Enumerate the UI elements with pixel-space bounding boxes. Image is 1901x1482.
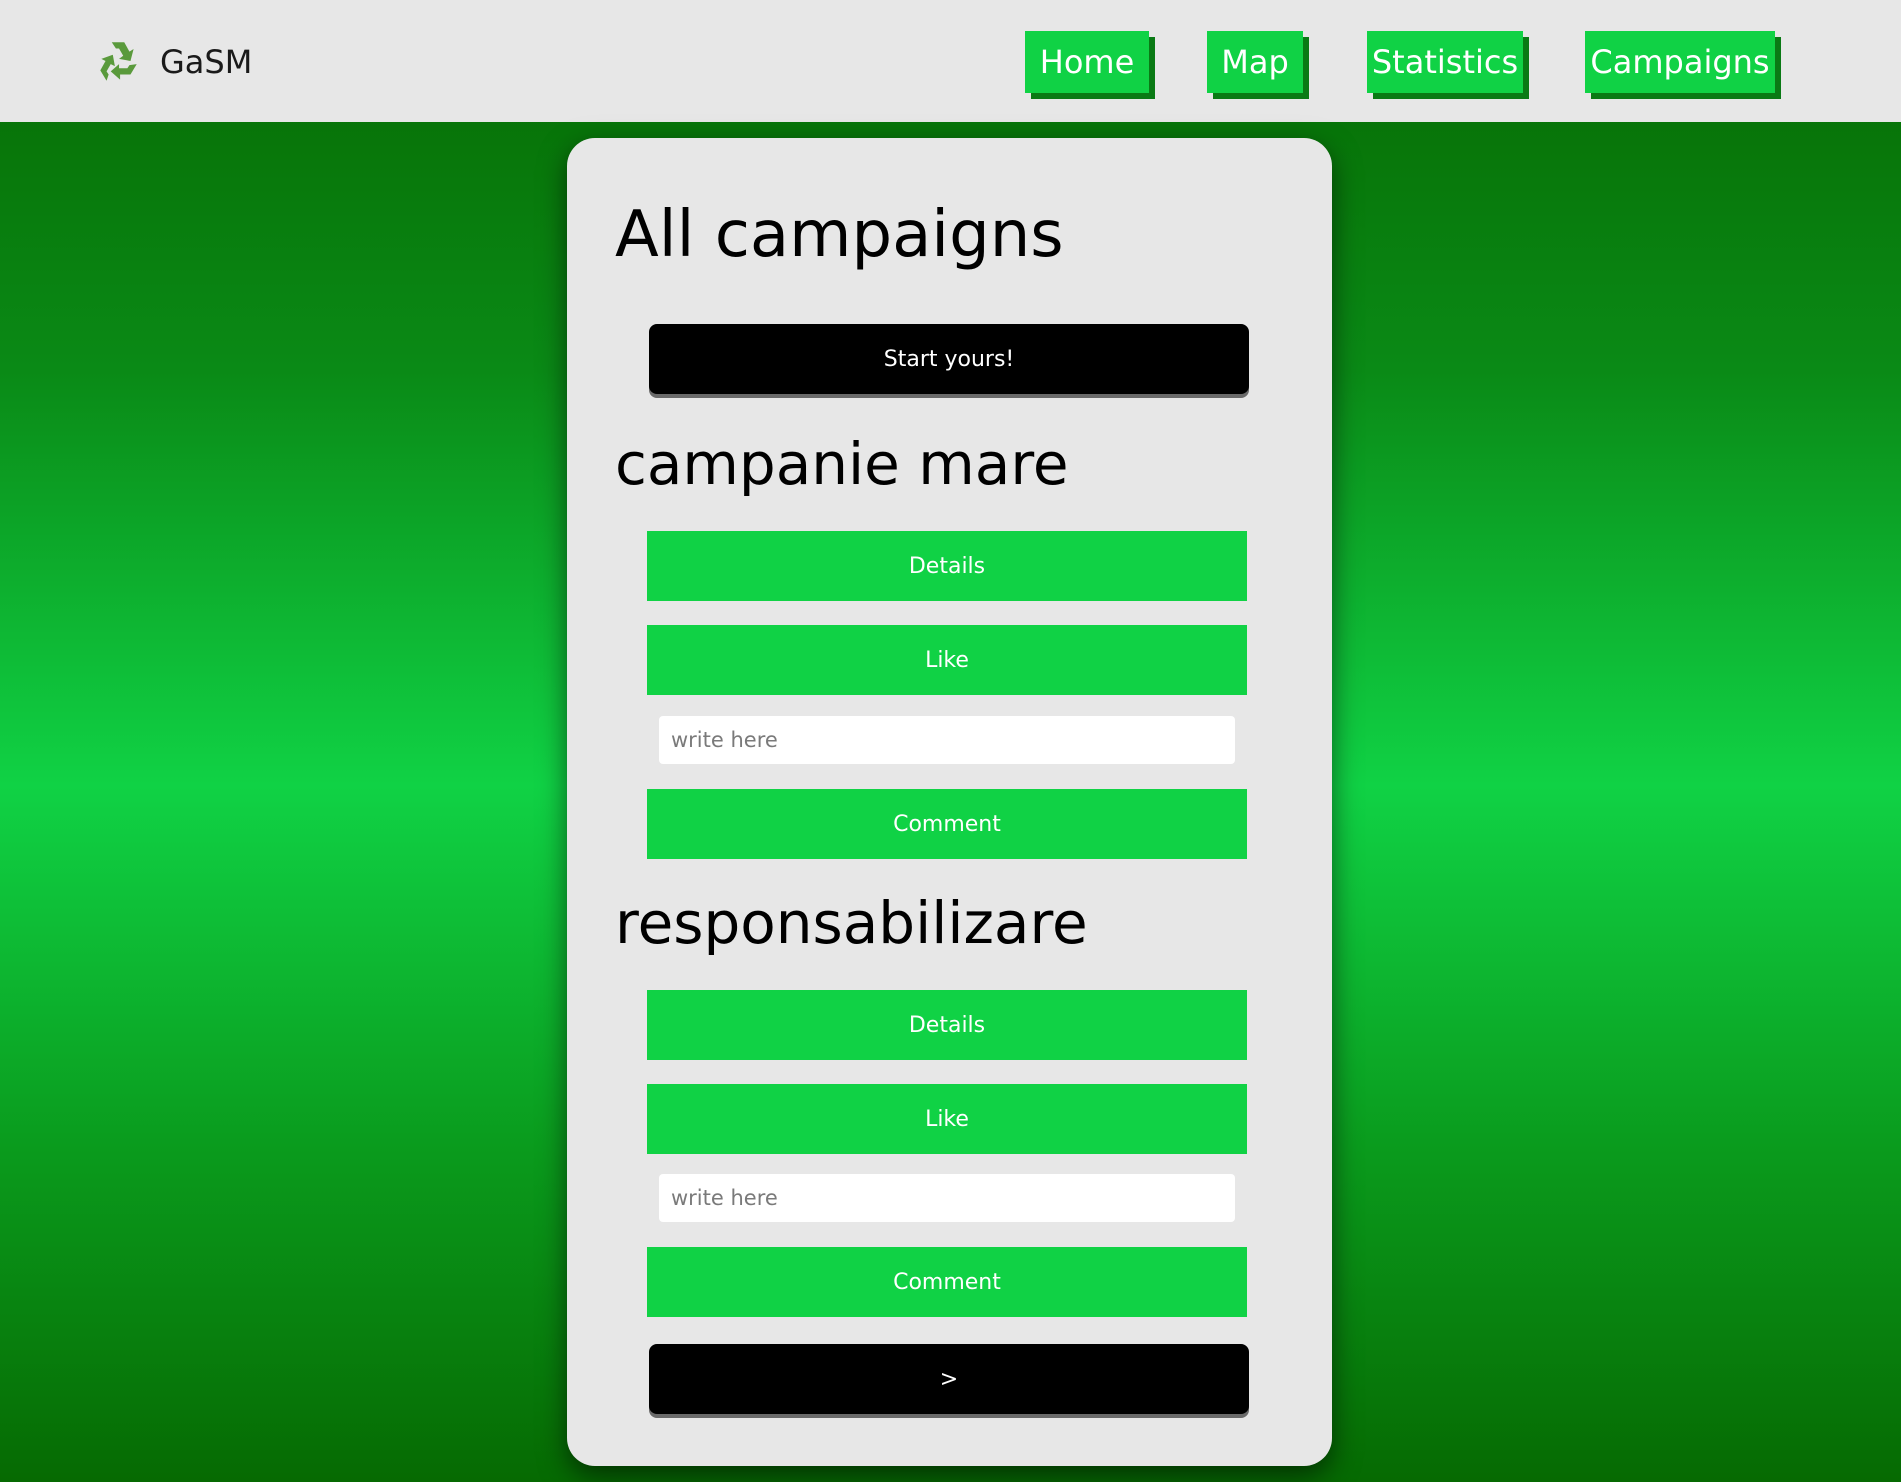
comment-input[interactable] — [659, 716, 1235, 764]
brand[interactable]: GaSM — [92, 36, 252, 88]
comment-input[interactable] — [659, 1174, 1235, 1222]
like-button[interactable]: Like — [647, 625, 1247, 695]
page-title: All campaigns — [615, 198, 1064, 272]
campaign-title: responsabilizare — [615, 889, 1088, 957]
recycle-icon — [100, 42, 137, 81]
like-button[interactable]: Like — [647, 1084, 1247, 1154]
nav-map-button[interactable]: Map — [1207, 31, 1303, 93]
nav-statistics-button[interactable]: Statistics — [1367, 31, 1523, 93]
next-page-button[interactable]: > — [649, 1344, 1249, 1414]
nav-home-button[interactable]: Home — [1025, 31, 1149, 93]
top-navigation-bar: GaSM Home Map Statistics Campaigns — [0, 0, 1901, 122]
details-button[interactable]: Details — [647, 990, 1247, 1060]
brand-name: GaSM — [160, 43, 253, 81]
comment-button[interactable]: Comment — [647, 789, 1247, 859]
start-campaign-button[interactable]: Start yours! — [649, 324, 1249, 394]
nav-campaigns-button[interactable]: Campaigns — [1585, 31, 1775, 93]
campaign-title: campanie mare — [615, 430, 1069, 498]
details-button[interactable]: Details — [647, 531, 1247, 601]
comment-button[interactable]: Comment — [647, 1247, 1247, 1317]
campaigns-card: All campaigns Start yours! campanie mare… — [567, 138, 1332, 1466]
